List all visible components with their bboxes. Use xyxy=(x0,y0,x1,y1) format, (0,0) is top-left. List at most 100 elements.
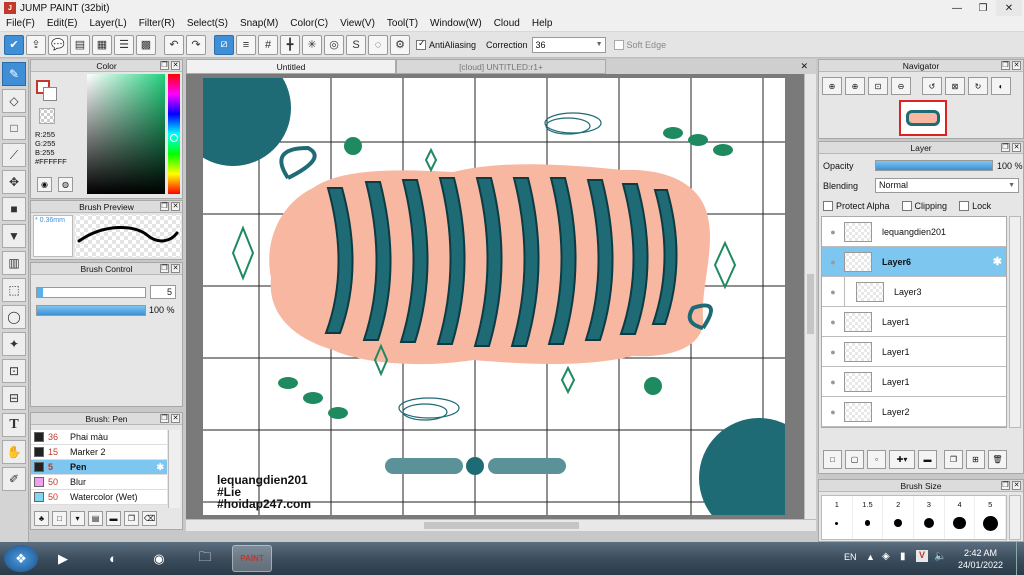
undo-icon[interactable]: ↶ xyxy=(164,34,184,55)
drawing-canvas[interactable]: lequangdien201 #Lie #hoidap247.com xyxy=(203,78,785,515)
snap-curve-icon[interactable]: S xyxy=(346,34,366,55)
brush-folder-icon[interactable]: ▬ xyxy=(106,511,121,526)
media-player-icon[interactable]: ▶ xyxy=(46,545,80,572)
magic-wand-tool-icon[interactable]: ✦ xyxy=(2,332,26,356)
redo-icon[interactable]: ↷ xyxy=(186,34,206,55)
menu-help[interactable]: Help xyxy=(526,18,559,29)
tab-untitled[interactable]: Untitled xyxy=(186,59,396,74)
brush-tool-icon[interactable]: ✎ xyxy=(2,62,26,86)
lock-checkbox[interactable] xyxy=(959,201,970,211)
correction-select[interactable]: 36 ▼ xyxy=(531,36,606,53)
brush-list-item[interactable]: 5 Pen ✱ xyxy=(31,460,167,475)
panel-float-icon[interactable]: ❐ xyxy=(160,264,169,273)
tray-app-icon[interactable]: ◈ xyxy=(882,551,890,562)
brush-size-scrollbar[interactable] xyxy=(1009,495,1021,540)
layer-row[interactable]: ● Layer1 xyxy=(822,367,1006,397)
layer-visibility-icon[interactable]: ● xyxy=(822,407,844,417)
brush-list-scrollbar[interactable] xyxy=(168,430,180,508)
tray-vivaldi-icon[interactable]: V xyxy=(916,550,928,562)
layer-settings-icon[interactable]: ✱ xyxy=(993,255,1002,268)
layer-opacity-slider[interactable] xyxy=(875,160,993,171)
close-button[interactable]: ✕ xyxy=(996,0,1022,16)
layer-visibility-icon[interactable]: ● xyxy=(822,287,844,297)
new-layer-1bit-icon[interactable]: ▫ xyxy=(867,450,886,469)
lasso-tool-icon[interactable]: ◯ xyxy=(2,305,26,329)
brush-list-item[interactable]: 50 Watercolor (Wet) xyxy=(31,490,167,505)
rectangle-tool-icon[interactable]: □ xyxy=(2,116,26,140)
start-button-icon[interactable]: ❖ xyxy=(4,545,38,572)
minimize-button[interactable]: — xyxy=(944,0,970,16)
menu-file[interactable]: File(F) xyxy=(0,18,41,29)
panel-float-icon[interactable]: ❐ xyxy=(160,61,169,70)
fill-rect-tool-icon[interactable]: ■ xyxy=(2,197,26,221)
app-green-icon[interactable]: ◐ xyxy=(96,545,130,572)
snap-circle-icon[interactable]: ◎ xyxy=(324,34,344,55)
document-icon[interactable]: ▦ xyxy=(92,34,112,55)
saturation-value-picker[interactable] xyxy=(87,74,165,194)
note-icon[interactable]: ▤ xyxy=(70,34,90,55)
layer-row[interactable]: ● Layer6 ✱ xyxy=(822,247,1006,277)
brush-duplicate-icon[interactable]: ❐ xyxy=(124,511,139,526)
page-list-icon[interactable]: ☰ xyxy=(114,34,134,55)
new-layer-8bit-icon[interactable]: ▢ xyxy=(845,450,864,469)
zoom-fit-icon[interactable]: ⊡ xyxy=(868,77,888,95)
brush-size-slider[interactable] xyxy=(36,287,146,298)
merge-layer-icon[interactable]: ⊞ xyxy=(966,450,985,469)
brush-size-input[interactable]: 5 xyxy=(150,285,176,299)
select-eraser-tool-icon[interactable]: ⊟ xyxy=(2,386,26,410)
brush-list-item[interactable]: 15 Marker 2 xyxy=(31,445,167,460)
canvas-viewport[interactable]: lequangdien201 #Lie #hoidap247.com xyxy=(186,74,816,531)
flip-icon[interactable]: ◐ xyxy=(991,77,1011,95)
layer-visibility-icon[interactable]: ● xyxy=(822,317,844,327)
protect-alpha-checkbox[interactable] xyxy=(823,201,833,211)
brush-size-cell[interactable]: 2 xyxy=(883,496,915,539)
layer-row[interactable]: ● Layer2 xyxy=(822,397,1006,427)
eraser-tool-icon[interactable]: ◇ xyxy=(2,89,26,113)
antialiasing-checkbox[interactable] xyxy=(416,39,426,50)
maximize-button[interactable]: ❐ xyxy=(970,0,996,16)
tab-cloud-untitled[interactable]: [cloud] UNTITLED:r1+ xyxy=(396,59,606,74)
panel-float-icon[interactable]: ❐ xyxy=(1001,61,1010,70)
menu-edit[interactable]: Edit(E) xyxy=(41,18,84,29)
new-folder-icon[interactable]: ▬ xyxy=(918,450,937,469)
brush-copy-icon[interactable]: ▤ xyxy=(88,511,103,526)
soft-edge-checkbox[interactable] xyxy=(613,39,624,50)
select-rect-tool-icon[interactable]: ⬚ xyxy=(2,278,26,302)
gradient-tool-icon[interactable]: ▥ xyxy=(2,251,26,275)
panel-close-icon[interactable]: ✕ xyxy=(171,202,180,211)
page-manager-icon[interactable]: ▩ xyxy=(136,34,156,55)
jump-paint-taskbar-icon[interactable]: PAINT xyxy=(232,545,272,572)
duplicate-layer-icon[interactable]: ❐ xyxy=(944,450,963,469)
file-explorer-icon[interactable]: 🗀 xyxy=(188,545,222,572)
canvas-vertical-scrollbar[interactable] xyxy=(804,74,816,519)
soft-edge-toggle[interactable]: Soft Edge xyxy=(613,39,666,50)
layer-visibility-icon[interactable]: ● xyxy=(822,227,844,237)
new-layer-icon[interactable]: □ xyxy=(823,450,842,469)
panel-close-icon[interactable]: ✕ xyxy=(171,414,180,423)
layer-list-scrollbar[interactable] xyxy=(1009,216,1021,428)
layer-row[interactable]: ● lequangdien201 xyxy=(822,217,1006,247)
cloud-sync-icon[interactable]: ✔ xyxy=(4,34,24,55)
panel-close-icon[interactable]: ✕ xyxy=(1012,61,1021,70)
lock-toggle[interactable]: Lock xyxy=(959,201,991,211)
panel-close-icon[interactable]: ✕ xyxy=(171,61,180,70)
transparent-color-swatch[interactable] xyxy=(39,108,55,124)
bucket-tool-icon[interactable]: ▼ xyxy=(2,224,26,248)
color-history-icon[interactable]: ◉ xyxy=(37,177,52,192)
panel-float-icon[interactable]: ❐ xyxy=(1001,143,1010,152)
delete-layer-icon[interactable]: 🗑 xyxy=(988,450,1007,469)
brush-size-cell[interactable]: 4 xyxy=(945,496,976,539)
eyedropper-tool-icon[interactable]: ✐ xyxy=(2,467,26,491)
background-color-swatch[interactable] xyxy=(43,87,57,101)
snap-grid-icon[interactable]: # xyxy=(258,34,278,55)
brush-delete-icon[interactable]: ⌫ xyxy=(142,511,157,526)
panel-close-icon[interactable]: ✕ xyxy=(171,264,180,273)
layer-row[interactable]: ● Layer1 xyxy=(822,337,1006,367)
brush-size-cell[interactable]: 1 xyxy=(822,496,853,539)
clock[interactable]: 2:42 AM 24/01/2022 xyxy=(958,547,1003,571)
brush-list-item[interactable]: 50 Blur xyxy=(31,475,167,490)
panel-float-icon[interactable]: ❐ xyxy=(160,414,169,423)
zoom-out-icon[interactable]: ⊖ xyxy=(891,77,911,95)
panel-close-icon[interactable]: ✕ xyxy=(1012,143,1021,152)
layer-row[interactable]: ● Layer3 xyxy=(822,276,1006,307)
